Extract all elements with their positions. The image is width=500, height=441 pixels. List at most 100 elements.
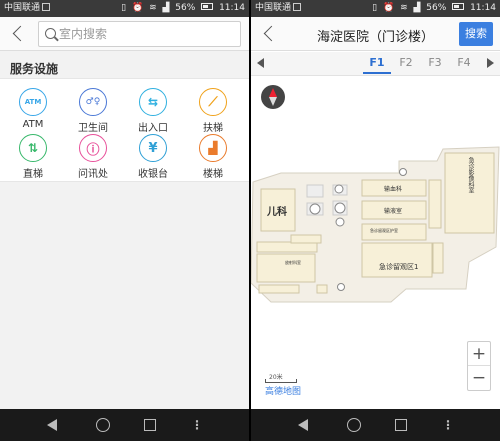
service-label: ATM [22,119,44,130]
back-icon[interactable] [8,24,28,44]
restroom-icon: ♂♀ [79,88,107,116]
service-label: 出入口 [138,123,168,134]
sim-icon [293,3,302,11]
search-box[interactable] [38,21,241,47]
floor-prev-icon[interactable] [257,58,264,68]
service-stairs[interactable]: ▟ 楼梯 [188,134,238,180]
service-escalator[interactable]: ⟋ 扶梯 [188,88,238,134]
clock: 11:14 [219,3,245,13]
search-icon [45,28,56,39]
nav-menu-icon[interactable]: ⋮ [441,418,455,432]
battery-percent: 56% [175,3,196,13]
room-small [290,234,322,244]
wifi-icon: ≋ [149,3,157,13]
indoor-map-screen: 中国联通 ▯ ⏰ ≋ ▟ 56% 11:14 海淀医院（门诊楼） 搜索 F1 F… [251,0,500,441]
room-label[interactable]: 急诊留观区护室 [370,228,398,234]
room-label[interactable]: 输液室 [384,206,402,215]
signal-icon: ▟ [162,3,170,13]
carrier-name: 中国联通 [255,3,292,13]
room-label[interactable]: 儿科 [267,203,287,218]
service-cashier[interactable]: ¥ 收银台 [128,134,178,180]
room-label[interactable]: 放射科室 [285,260,301,266]
status-bar: 中国联通 ▯ ⏰ ≋ ▟ 56% 11:14 [0,0,249,17]
nav-home-icon[interactable] [96,418,110,432]
service-label: 问讯处 [78,169,108,180]
entrance-icon: ⇆ [139,88,167,116]
atm-icon: ATM [19,88,47,116]
room-small [316,284,328,294]
carrier-name: 中国联通 [4,3,41,13]
floor-plan [251,146,500,303]
service-entrance[interactable]: ⇆ 出入口 [128,88,178,134]
wifi-icon: ≋ [400,3,408,13]
restroom-marker [334,202,346,214]
service-label: 楼梯 [203,169,223,180]
service-label: 扶梯 [203,123,223,134]
nav-recents-icon[interactable] [395,419,407,431]
floor-tab-f4[interactable]: F4 [452,56,476,69]
room-small [306,184,324,198]
elevator-marker [334,184,344,194]
entrance-marker [399,168,407,176]
scale-bar [265,379,297,383]
vibrate-icon: ▯ [372,3,378,13]
nav-back-icon[interactable] [47,418,61,432]
entrance-marker [337,283,345,291]
system-nav-bar: ⋮ [251,409,500,441]
floor-tab-f3[interactable]: F3 [423,56,447,69]
room-small [256,253,316,283]
room-small [432,242,444,274]
active-floor-indicator [363,72,391,74]
alarm-icon: ⏰ [382,3,395,13]
nav-recents-icon[interactable] [144,419,156,431]
info-desk-icon: ⓘ [79,134,107,162]
map-header: 海淀医院（门诊楼） 搜索 [251,17,500,51]
zoom-out-button[interactable]: − [468,366,490,390]
stairs-icon: ▟ [199,134,227,162]
stairs-marker [335,217,345,227]
room-label[interactable]: 急诊留观区1 [379,262,418,272]
service-atm[interactable]: ATM ATM [8,88,58,130]
floor-tab-f1[interactable]: F1 [365,56,389,69]
cashier-icon: ¥ [139,134,167,162]
floor-selector: F1 F2 F3 F4 [251,52,500,76]
services-grid: ATM ATM ♂♀ 卫生间 ⇆ 出入口 ⟋ 扶梯 ⇅ 直梯 ⓘ 问讯处 ¥ 收… [0,78,249,182]
indoor-map[interactable]: 儿科 输血科 输液室 急诊留观区护室 急诊留观区1 急诊影像科室 放射科室 + … [251,77,500,409]
map-logo: 高德地图 [265,387,302,397]
service-restroom[interactable]: ♂♀ 卫生间 [68,88,118,134]
system-nav-bar: ⋮ [0,409,249,441]
floor-next-icon[interactable] [487,58,494,68]
battery-percent: 56% [426,3,447,13]
service-label: 直梯 [23,169,43,180]
search-input[interactable] [59,24,234,44]
clock: 11:14 [470,3,496,13]
room-small [428,179,442,229]
room-label[interactable]: 输血科 [384,184,402,193]
battery-icon [201,3,214,10]
nav-back-icon[interactable] [298,418,312,432]
sim-icon [42,3,51,11]
battery-icon [452,3,465,10]
service-elevator[interactable]: ⇅ 直梯 [8,134,58,180]
signal-icon: ▟ [413,3,421,13]
elevator-icon: ⇅ [19,134,47,162]
room-label[interactable]: 急诊影像科室 [466,157,475,229]
service-label: 卫生间 [78,123,108,134]
search-header [0,17,249,51]
restroom-marker [309,203,321,215]
zoom-in-button[interactable]: + [468,342,490,366]
search-button[interactable]: 搜索 [459,22,493,46]
status-bar: 中国联通 ▯ ⏰ ≋ ▟ 56% 11:14 [251,0,500,17]
section-title: 服务设施 [10,62,59,76]
alarm-icon: ⏰ [131,3,144,13]
room-small [258,284,300,294]
nav-menu-icon[interactable]: ⋮ [190,418,204,432]
service-label: 收银台 [138,169,168,180]
service-info-desk[interactable]: ⓘ 问讯处 [68,134,118,180]
nav-home-icon[interactable] [347,418,361,432]
floor-tab-f2[interactable]: F2 [394,56,418,69]
vibrate-icon: ▯ [121,3,127,13]
escalator-icon: ⟋ [199,88,227,116]
indoor-search-screen: 中国联通 ▯ ⏰ ≋ ▟ 56% 11:14 服务设施 ATM ATM ♂♀ 卫… [0,0,249,441]
zoom-control: + − [467,341,491,391]
